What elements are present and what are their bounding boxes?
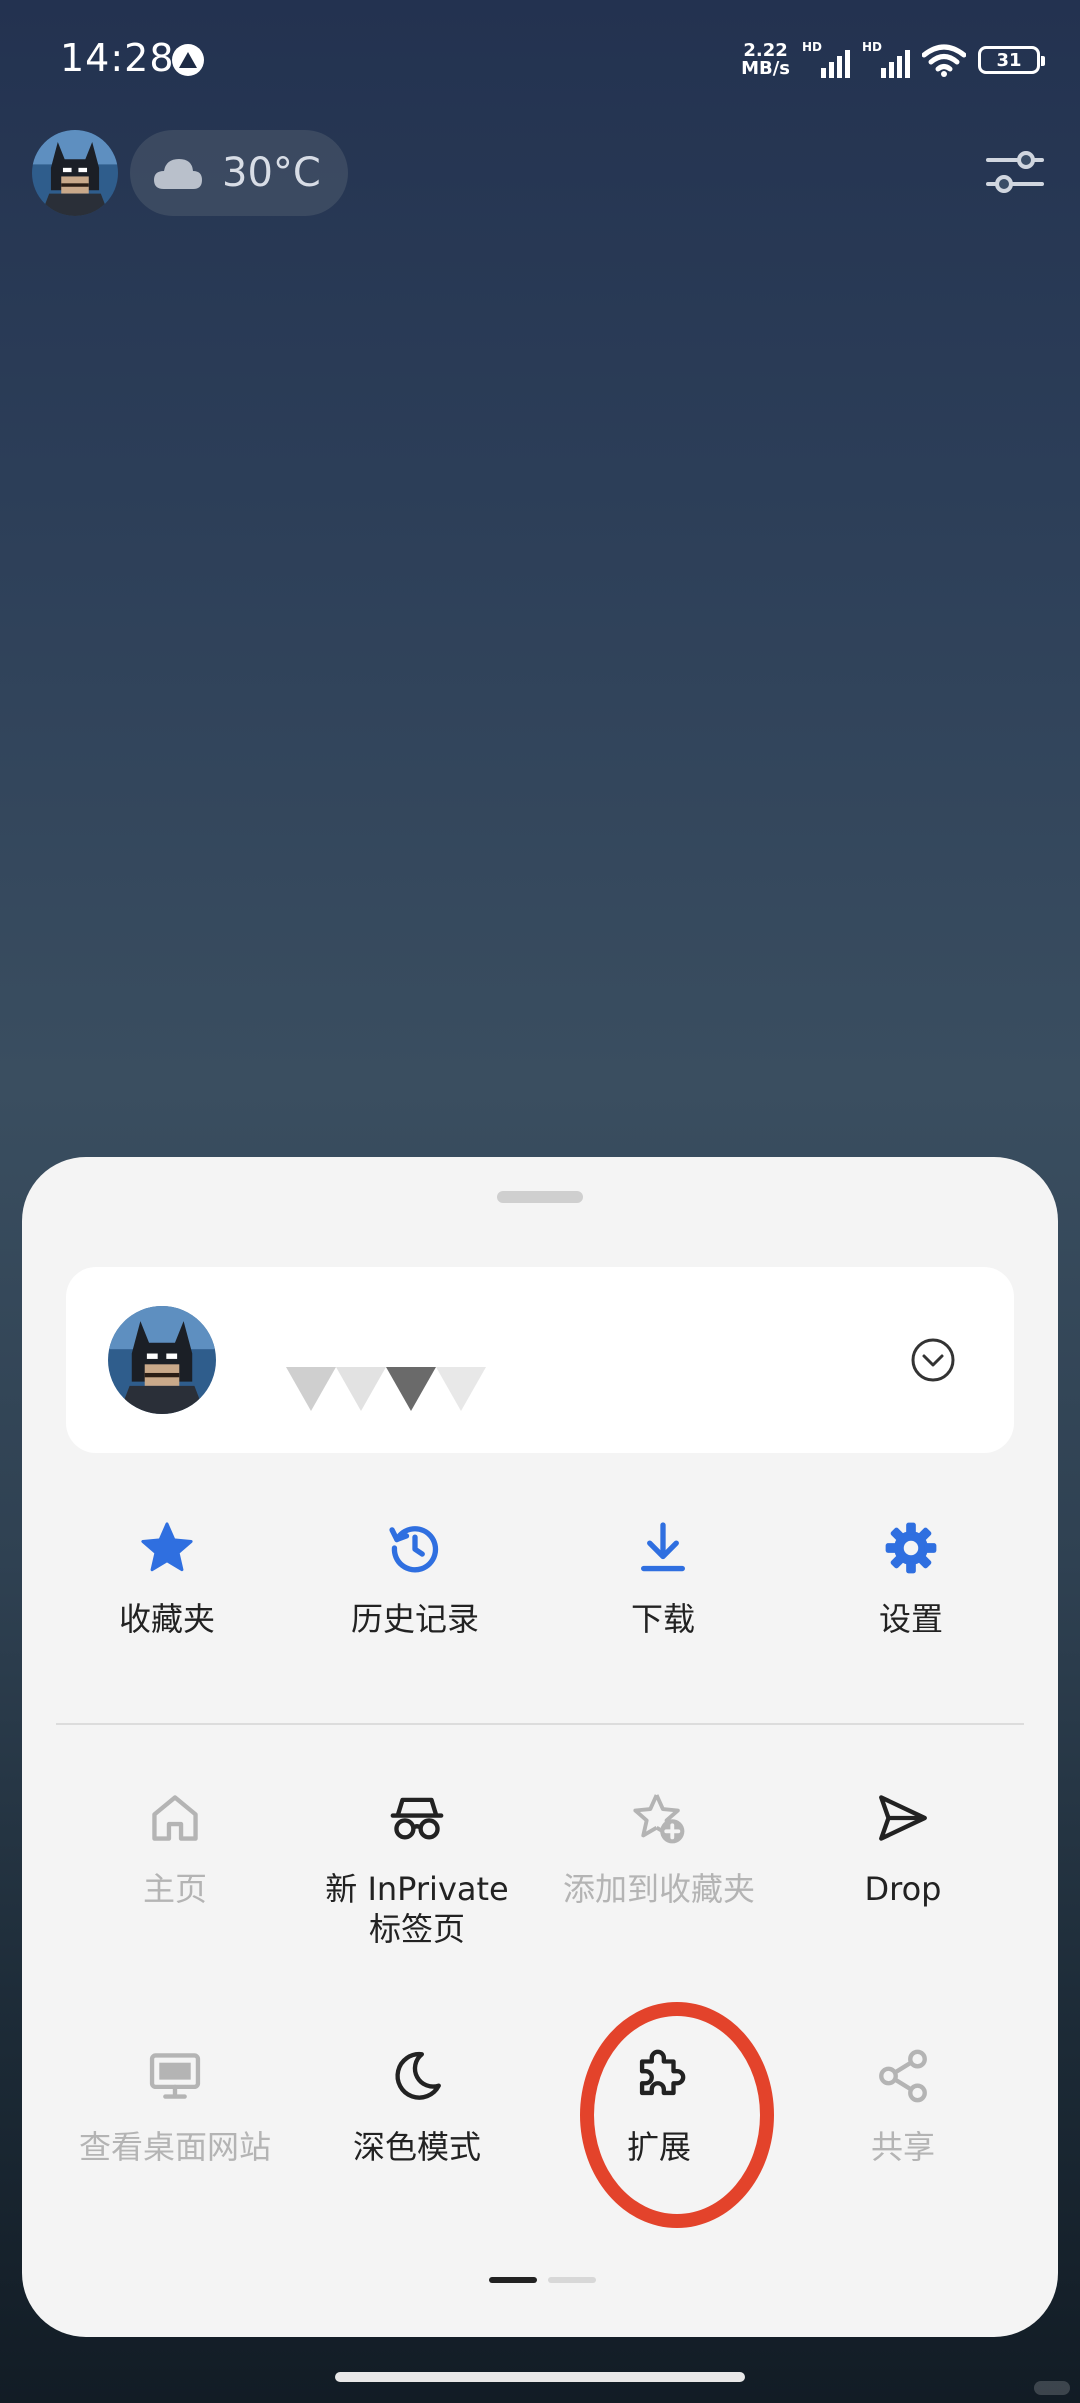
customize-sliders-icon[interactable] (986, 146, 1044, 198)
sim2-hd-label: HD (862, 40, 883, 54)
history-icon (389, 1526, 439, 1573)
battery-level: 31 (996, 49, 1022, 71)
profile-avatar[interactable] (32, 130, 118, 216)
account-card[interactable] (66, 1267, 1014, 1453)
downloads-button[interactable]: 下载 (538, 1517, 788, 1639)
add-to-favorites-label: 添加到收藏夹 (562, 1870, 755, 1908)
sim1-hd-label: HD (802, 40, 823, 54)
share-label: 共享 (870, 2128, 935, 2166)
status-bar: 14:28 2.22 MB/s HD HD 31 (0, 0, 1080, 120)
history-button[interactable]: 历史记录 (290, 1517, 540, 1639)
star-icon (141, 1522, 193, 1572)
new-inprivate-tab-button[interactable]: 新 InPrivate 标签页 (292, 1787, 542, 1949)
history-label: 历史记录 (350, 1600, 479, 1638)
weather-temperature: 30°C (222, 150, 321, 196)
home-icon (152, 1795, 198, 1841)
watermark-badge (1034, 2381, 1070, 2395)
wifi-icon (922, 44, 966, 77)
drop-label: Drop (864, 1870, 942, 1908)
drop-button[interactable]: Drop (778, 1787, 1028, 1909)
favorites-button[interactable]: 收藏夹 (42, 1517, 292, 1639)
sheet-drag-handle[interactable] (497, 1191, 583, 1203)
page-indicator-inactive[interactable] (548, 2277, 596, 2283)
new-inprivate-tab-label: 新 InPrivate 标签页 (325, 1870, 509, 1948)
dark-mode-label: 深色模式 (352, 2128, 481, 2166)
account-avatar (108, 1306, 216, 1414)
download-icon (641, 1522, 685, 1572)
share-button[interactable]: 共享 (778, 2045, 1028, 2167)
desktop-site-label: 查看桌面网站 (78, 2128, 271, 2166)
desktop-site-button[interactable]: 查看桌面网站 (50, 2045, 300, 2167)
moon-icon (395, 2051, 441, 2100)
signal-sim1-icon: HD (802, 40, 850, 78)
notification-app-icon (172, 44, 204, 76)
favorites-label: 收藏夹 (118, 1600, 215, 1638)
status-time: 14:28 (60, 36, 175, 80)
annotation-highlight-circle (580, 2002, 774, 2228)
browser-menu-sheet: 收藏夹 历史记录 下载 设置 主页 新 InPrivate 标签页 添加到收藏夹… (22, 1157, 1058, 2337)
desktop-icon (149, 2053, 201, 2099)
chevron-down-icon[interactable] (910, 1337, 956, 1383)
menu-divider (56, 1723, 1024, 1725)
inprivate-icon (390, 1797, 444, 1840)
gesture-navigation-bar[interactable] (335, 2372, 745, 2382)
home-button[interactable]: 主页 (50, 1787, 300, 1909)
gear-icon (885, 1522, 937, 1574)
network-speed-unit: MB/s (741, 58, 790, 79)
weather-widget[interactable]: 30°C (130, 130, 348, 216)
status-indicators: 2.22 MB/s HD HD 31 (741, 36, 1045, 84)
settings-label: 设置 (878, 1600, 943, 1638)
add-to-favorites-button[interactable]: 添加到收藏夹 (534, 1787, 784, 1909)
settings-button[interactable]: 设置 (786, 1517, 1036, 1639)
add-favorite-icon (633, 1794, 685, 1844)
redacted-account-name (286, 1367, 486, 1411)
page-indicator-active (489, 2277, 537, 2283)
share-icon (879, 2049, 927, 2103)
dark-mode-button[interactable]: 深色模式 (292, 2045, 542, 2167)
send-icon (879, 1795, 927, 1841)
network-speed: 2.22 MB/s (741, 42, 790, 78)
battery-indicator: 31 (978, 46, 1045, 74)
signal-sim2-icon: HD (862, 40, 910, 78)
home-label: 主页 (142, 1870, 207, 1908)
cloud-icon (154, 159, 202, 189)
downloads-label: 下载 (630, 1600, 695, 1638)
